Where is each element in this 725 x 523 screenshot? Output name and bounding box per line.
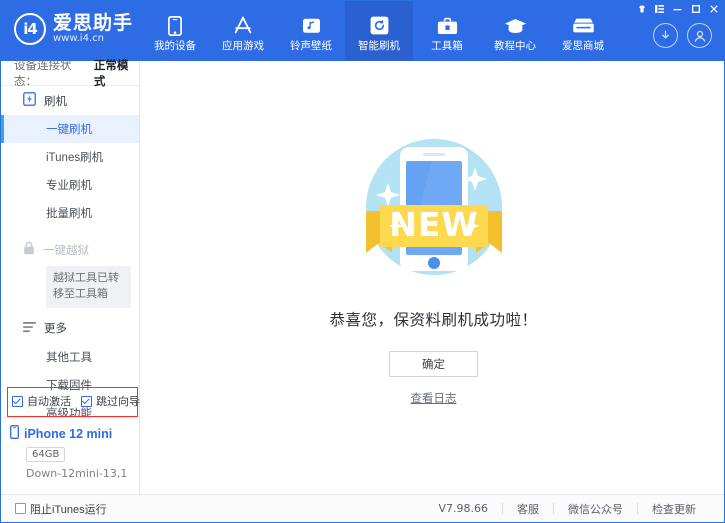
download-icon[interactable] [653,23,678,48]
skip-wizard-checkbox[interactable]: 跳过向导 [81,393,140,409]
device-name: iPhone 12 mini [24,427,112,441]
music-icon [302,15,321,37]
check-update-link[interactable]: 检查更新 [638,501,710,517]
tab-app-games[interactable]: 应用游戏 [209,1,277,61]
tab-ringtones-wallpapers[interactable]: 铃声壁纸 [277,1,345,61]
flash-options: 自动激活 跳过向导 [1,389,140,413]
new-badge-phone-illustration: NEW [344,119,524,304]
auto-activate-checkbox[interactable]: 自动激活 [12,393,71,409]
close-button[interactable] [705,2,722,15]
shop-icon [572,15,595,37]
sidebar-group-label: 刷机 [44,93,67,109]
toolbox-icon [437,15,458,37]
checkbox-box [15,503,26,514]
wechat-link[interactable]: 微信公众号 [554,501,637,517]
sidebar: 设备连接状态：正常模式 刷机 一键刷机 iTunes刷机 专业刷机 批量刷机 一… [1,61,140,495]
tab-smart-flash[interactable]: 智能刷机 [345,1,413,61]
sidebar-item-label: 其他工具 [46,349,92,365]
top-bar: i4 爱思助手 www.i4.cn 我的设备 应用游戏 [1,1,725,61]
tab-my-device[interactable]: 我的设备 [141,1,209,61]
tab-shop[interactable]: 爱思商城 [549,1,617,61]
option-label: 跳过向导 [96,393,140,409]
tab-tutorial-center[interactable]: 教程中心 [481,1,549,61]
tab-label: 我的设备 [154,41,196,52]
sidebar-item-other-tools[interactable]: 其他工具 [1,343,139,371]
sidebar-group-more: 更多 [1,314,139,343]
main-content: NEW 恭喜您，保资料刷机成功啦！ 确定 查看日志 [141,61,725,495]
app-window: i4 爱思助手 www.i4.cn 我的设备 应用游戏 [0,0,725,523]
sidebar-group-label: 更多 [44,320,67,336]
sidebar-group-flash: 刷机 [1,86,139,115]
device-capacity-badge: 64GB [26,447,65,462]
nav-tabs: 我的设备 应用游戏 铃声壁纸 智能刷机 [141,1,617,61]
status-label: 设备连接状态： [14,57,93,89]
success-message: 恭喜您，保资料刷机成功啦！ [329,308,537,330]
skin-button[interactable] [633,2,650,15]
tab-label: 爱思商城 [562,41,604,52]
sidebar-item-pro-flash[interactable]: 专业刷机 [1,171,139,199]
tab-toolbox[interactable]: 工具箱 [413,1,481,61]
sidebar-group-jailbreak: 一键越狱 [1,235,139,264]
graduation-icon [504,15,527,37]
svg-text:NEW: NEW [389,205,479,244]
status-value: 正常模式 [94,57,139,89]
block-itunes-checkbox[interactable]: 阻止iTunes运行 [15,501,107,517]
flash-icon [23,92,36,109]
device-card[interactable]: iPhone 12 mini 64GB Down-12mini-13,1 [1,417,140,495]
sidebar-item-label: 一键刷机 [46,121,92,137]
device-identifier: Down-12mini-13,1 [26,467,140,480]
support-link[interactable]: 客服 [503,501,553,517]
window-controls [633,2,722,15]
checkbox-box [12,396,23,407]
block-itunes-label: 阻止iTunes运行 [30,501,107,517]
appstore-icon [232,15,254,37]
checkbox-box [81,396,92,407]
status-bar: 阻止iTunes运行 V7.98.66 客服 微信公众号 检查更新 [1,494,725,522]
version-label: V7.98.66 [424,502,502,515]
jailbreak-moved-tip: 越狱工具已转移至工具箱 [46,266,131,308]
sidebar-item-label: iTunes刷机 [46,149,103,165]
tab-label: 智能刷机 [358,41,400,52]
device-name-row: iPhone 12 mini [10,425,140,442]
view-log-link[interactable]: 查看日志 [411,390,457,406]
refresh-icon [370,15,389,37]
logo-icon: i4 [14,13,46,45]
lock-icon [23,241,35,258]
sidebar-group-label: 一键越狱 [43,242,89,258]
tab-label: 工具箱 [431,41,463,52]
top-right-actions [653,23,712,48]
maximize-button[interactable] [687,2,704,15]
list-icon [23,321,36,336]
sidebar-item-one-key-flash[interactable]: 一键刷机 [1,115,139,143]
brand-url: www.i4.cn [53,34,133,44]
tab-label: 教程中心 [494,41,536,52]
device-connection-status: 设备连接状态：正常模式 [1,61,139,86]
menu-button[interactable] [651,2,668,15]
confirm-button[interactable]: 确定 [389,351,478,377]
sidebar-item-label: 专业刷机 [46,177,92,193]
sidebar-item-label: 批量刷机 [46,205,92,221]
phone-icon [168,15,182,37]
option-label: 自动激活 [27,393,71,409]
logo-text: i4 [23,20,37,38]
brand-logo: i4 爱思助手 www.i4.cn [14,13,133,45]
status-bar-links: V7.98.66 客服 微信公众号 检查更新 [424,501,710,517]
phone-small-icon [10,425,19,442]
minimize-button[interactable] [669,2,686,15]
sidebar-item-batch-flash[interactable]: 批量刷机 [1,199,139,227]
tab-label: 铃声壁纸 [290,41,332,52]
sidebar-item-itunes-flash[interactable]: iTunes刷机 [1,143,139,171]
tab-label: 应用游戏 [222,41,264,52]
user-icon[interactable] [687,23,712,48]
brand-name: 爱思助手 [53,14,133,34]
